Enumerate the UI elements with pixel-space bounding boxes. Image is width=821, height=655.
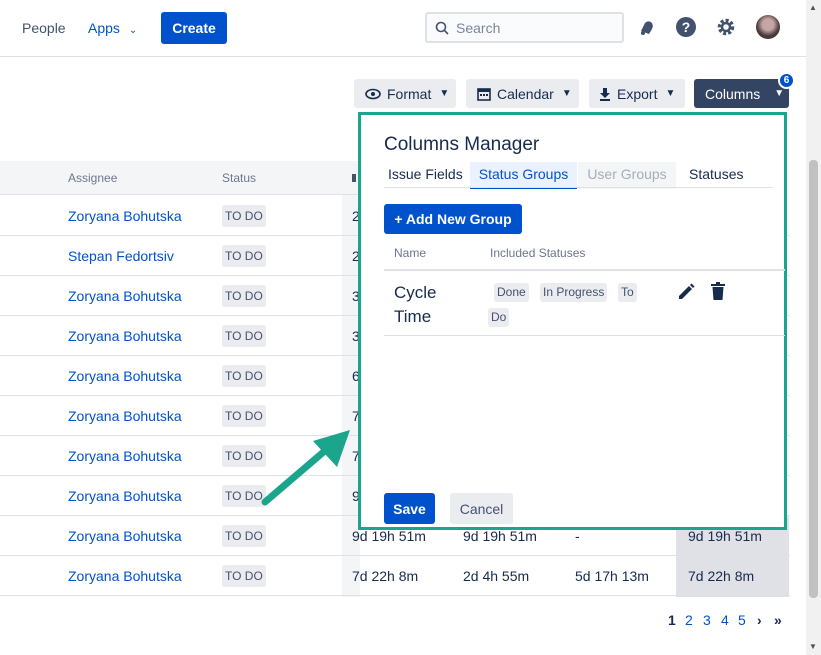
format-label: Format (387, 85, 432, 102)
page-1[interactable]: 1 (668, 612, 676, 628)
time-cell: 7d 22h 8m (688, 568, 755, 584)
status-chip: Do (488, 308, 510, 327)
group-row-divider (384, 335, 785, 336)
tabs-divider (384, 187, 773, 188)
status-chip: In Progress (540, 283, 608, 302)
time-cell: 5d 17h 13m (575, 568, 649, 584)
status-badge: TO DO (222, 325, 266, 347)
assignee-link[interactable]: Zoryana Bohutska (68, 208, 182, 224)
group-header-included: Included Statuses (490, 246, 586, 260)
assignee-link[interactable]: Zoryana Bohutska (68, 528, 182, 544)
eye-icon (365, 88, 381, 99)
assignee-link[interactable]: Zoryana Bohutska (68, 368, 182, 384)
assignee-link[interactable]: Zoryana Bohutska (68, 568, 182, 584)
calendar-label: Calendar (497, 85, 554, 102)
tab-status-groups[interactable]: Status Groups (470, 162, 577, 189)
calendar-button[interactable]: Calendar ▼ (466, 79, 579, 108)
tab-issue-fields[interactable]: Issue Fields (385, 162, 466, 189)
time-cell: 9d 19h 51m (688, 528, 762, 544)
tab-user-groups: User Groups (578, 162, 676, 189)
svg-text:?: ? (682, 19, 691, 35)
time-cell: 2d 4h 55m (463, 568, 530, 584)
tab-statuses[interactable]: Statuses (686, 162, 746, 189)
scrollbar[interactable]: ▲ ▼ (806, 0, 821, 655)
cancel-button[interactable]: Cancel (450, 493, 513, 524)
help-icon[interactable]: ? (675, 16, 697, 38)
chevron-down-icon: ▼ (665, 88, 676, 99)
save-button[interactable]: Save (384, 493, 435, 524)
annotation-arrow-icon (261, 430, 350, 506)
delete-trash-icon[interactable] (711, 282, 725, 300)
chevron-down-icon: ▼ (439, 88, 450, 99)
status-chip: To (618, 283, 637, 302)
time-cell: 7d 22h 8m (352, 568, 419, 584)
status-badge: TO DO (222, 285, 266, 307)
next-page-icon[interactable]: › (757, 612, 762, 628)
edit-pencil-icon[interactable] (677, 283, 695, 301)
nav-people[interactable]: People (22, 20, 66, 36)
add-new-group-button[interactable]: + Add New Group (384, 204, 522, 234)
group-header-name: Name (394, 246, 427, 260)
last-page-icon[interactable]: » (774, 612, 782, 628)
assignee-link[interactable]: Zoryana Bohutska (68, 408, 182, 424)
page-5[interactable]: 5 (738, 612, 746, 628)
assignee-link[interactable]: Zoryana Bohutska (68, 488, 182, 504)
page-4[interactable]: 4 (721, 612, 729, 628)
status-chip: Done (494, 283, 529, 302)
columns-count-badge: 6 (778, 72, 795, 89)
download-icon (600, 87, 610, 101)
settings-gear-icon[interactable] (715, 16, 737, 38)
create-button[interactable]: Create (161, 12, 227, 44)
chevron-down-icon: ⌄ (128, 25, 138, 36)
nav-apps-label: Apps (88, 20, 120, 36)
header-assignee[interactable]: Assignee (68, 171, 117, 185)
table-row[interactable]: Zoryana Bohutska TO DO 7d 22h 8m 2d 4h 55m 5… (0, 556, 790, 596)
columns-manager-dialog: Columns Manager Issue Fields Status Grou… (358, 112, 787, 530)
columns-button[interactable]: Columns ▼ (694, 79, 789, 108)
time-cell: 9d 19h 51m (463, 528, 537, 544)
page-2[interactable]: 2 (685, 612, 693, 628)
chevron-down-icon: ▼ (774, 88, 785, 99)
status-badge: TO DO (222, 365, 266, 387)
scroll-up-icon[interactable]: ▲ (809, 3, 817, 12)
status-badge: TO DO (222, 525, 266, 547)
header-status[interactable]: Status (222, 171, 256, 185)
search-placeholder: Search (456, 20, 501, 36)
export-label: Export (617, 85, 658, 102)
columns-label: Columns (705, 85, 761, 102)
dialog-title: Columns Manager (384, 134, 540, 155)
top-navigation: People Apps ⌄ Create Search ? (0, 0, 806, 57)
table-header: Assignee Status (0, 161, 360, 195)
notification-bell-icon[interactable] (636, 16, 658, 38)
status-badge: TO DO (222, 205, 266, 227)
status-badge: TO DO (222, 405, 266, 427)
calendar-icon (477, 87, 491, 101)
nav-apps[interactable]: Apps ⌄ (88, 20, 137, 36)
status-badge: TO DO (222, 565, 266, 587)
page-3[interactable]: 3 (703, 612, 711, 628)
column-handle-icon (352, 174, 356, 182)
scrollbar-thumb[interactable] (809, 160, 818, 598)
scroll-down-icon[interactable]: ▼ (809, 642, 817, 651)
user-avatar[interactable] (756, 15, 780, 39)
format-button[interactable]: Format ▼ (354, 79, 456, 108)
status-badge: TO DO (222, 245, 266, 267)
group-name: Cycle Time (394, 283, 437, 326)
time-cell: 9d 19h 51m (352, 528, 426, 544)
group-header-divider (384, 269, 785, 271)
search-icon (435, 21, 449, 35)
assignee-link[interactable]: Stepan Fedortsiv (68, 248, 174, 264)
export-button[interactable]: Export ▼ (589, 79, 685, 108)
assignee-link[interactable]: Zoryana Bohutska (68, 448, 182, 464)
assignee-link[interactable]: Zoryana Bohutska (68, 288, 182, 304)
search-input[interactable]: Search (425, 12, 624, 43)
assignee-link[interactable]: Zoryana Bohutska (68, 328, 182, 344)
time-cell: - (575, 528, 580, 544)
chevron-down-icon: ▼ (561, 88, 572, 99)
